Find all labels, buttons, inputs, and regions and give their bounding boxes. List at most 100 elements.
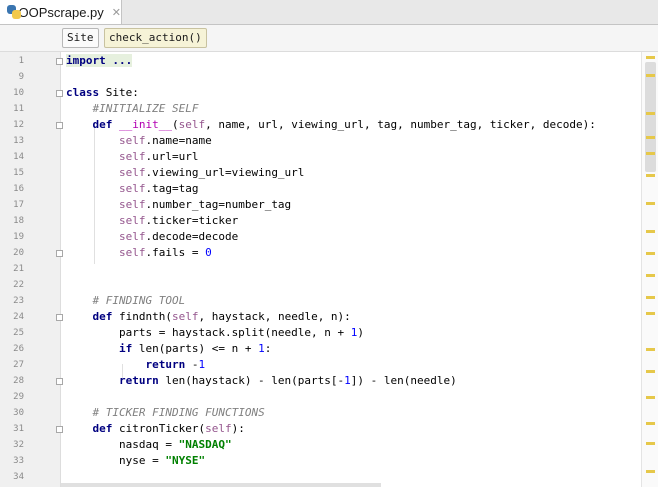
- code-token: 0: [205, 246, 212, 259]
- line-number: 20: [13, 248, 24, 258]
- code-line[interactable]: if len(parts) <= n + 1:: [66, 341, 271, 357]
- code-line[interactable]: self.url=url: [66, 149, 198, 165]
- scroll-marker[interactable]: [646, 442, 655, 445]
- line-number: 22: [13, 280, 24, 290]
- scroll-marker[interactable]: [646, 312, 655, 315]
- code-token: len(parts) <= n +: [138, 342, 259, 355]
- line-number: 12: [13, 120, 24, 130]
- tab-oopscrape[interactable]: OOPscrape.py ✕: [0, 0, 122, 24]
- code-line[interactable]: #INITIALIZE SELF: [66, 101, 199, 117]
- code-token: .decode=decode: [145, 230, 239, 243]
- line-number: 25: [13, 328, 24, 338]
- code-line[interactable]: nasdaq = "NASDAQ": [66, 437, 232, 453]
- line-number: 30: [13, 408, 24, 418]
- line-number-gutter[interactable]: 1 9 10 11 12 13 14 15 16 17 18 19 20 21 22 23 24 25 26 27 28…: [0, 52, 63, 487]
- line-number: 31: [13, 424, 24, 434]
- code-token: ]) - len(needle): [350, 374, 457, 387]
- code-token: (: [165, 310, 172, 323]
- scroll-marker[interactable]: [646, 274, 655, 277]
- scroll-marker[interactable]: [646, 56, 655, 59]
- scroll-marker[interactable]: [646, 136, 655, 139]
- scroll-marker[interactable]: [646, 174, 655, 177]
- code-token: if: [118, 342, 139, 355]
- editor-tab-bar: OOPscrape.py ✕: [0, 0, 658, 25]
- code-line[interactable]: class Site:: [66, 85, 139, 101]
- code-line[interactable]: def findnth(self, haystack, needle, n):: [66, 309, 351, 325]
- scroll-marker[interactable]: [646, 152, 655, 155]
- code-token: def: [92, 422, 119, 435]
- scroll-marker[interactable]: [646, 74, 655, 77]
- code-token: , name, url, viewing_url, tag, number_ta…: [205, 118, 596, 131]
- code-line[interactable]: self.fails = 0: [66, 245, 212, 261]
- scroll-marker[interactable]: [646, 348, 655, 351]
- code-line[interactable]: nyse = "NYSE": [66, 453, 205, 469]
- code-token: .tag=tag: [145, 182, 199, 195]
- line-number: 1: [18, 56, 24, 66]
- line-number: 11: [13, 104, 24, 114]
- scroll-marker[interactable]: [646, 422, 655, 425]
- vertical-scrollbar[interactable]: [641, 52, 658, 487]
- line-number: 19: [13, 232, 24, 242]
- scroll-marker[interactable]: [646, 396, 655, 399]
- scroll-marker[interactable]: [646, 202, 655, 205]
- code-token: return: [118, 374, 166, 387]
- code-line[interactable]: def citronTicker(self):: [66, 421, 245, 437]
- code-token: import ...: [66, 54, 133, 67]
- code-token: .number_tag=number_tag: [145, 198, 292, 211]
- scroll-marker[interactable]: [646, 370, 655, 373]
- code-token: .name=name: [145, 134, 212, 147]
- line-number: 10: [13, 88, 24, 98]
- code-line[interactable]: def __init__(self, name, url, viewing_ur…: [66, 117, 596, 133]
- code-line[interactable]: parts = haystack.split(needle, n + 1): [66, 325, 364, 341]
- code-token: 1: [344, 374, 351, 387]
- code-token: self: [118, 246, 146, 259]
- line-number: 24: [13, 312, 24, 322]
- code-token: 1: [258, 342, 265, 355]
- code-line[interactable]: import ...: [66, 53, 133, 69]
- code-token: self: [118, 214, 146, 227]
- scroll-marker[interactable]: [646, 470, 655, 473]
- code-token: #INITIALIZE SELF: [92, 102, 199, 115]
- code-editor[interactable]: import ... class Site: #INITIALIZE SELF d…: [61, 52, 641, 487]
- code-token: 1: [198, 358, 206, 371]
- code-line[interactable]: # FINDING TOOL: [66, 293, 186, 309]
- code-token: "NASDAQ": [178, 438, 232, 451]
- line-number: 28: [13, 376, 24, 386]
- code-token: nasdaq =: [66, 438, 179, 451]
- code-line[interactable]: return len(haystack) - len(parts[-1]) - …: [66, 373, 457, 389]
- code-line[interactable]: self.name=name: [66, 133, 212, 149]
- scroll-marker[interactable]: [646, 296, 655, 299]
- horizontal-scrollbar[interactable]: [61, 483, 381, 487]
- line-number: 33: [13, 456, 24, 466]
- line-number: 29: [13, 392, 24, 402]
- code-token: .url=url: [145, 150, 199, 163]
- code-token: self: [205, 422, 232, 435]
- code-line[interactable]: self.tag=tag: [66, 181, 198, 197]
- code-token: __init__: [119, 118, 172, 131]
- code-line[interactable]: return -1: [66, 357, 205, 373]
- code-token: # TICKER FINDING FUNCTIONS: [92, 406, 265, 419]
- scroll-marker[interactable]: [646, 252, 655, 255]
- close-icon[interactable]: ✕: [112, 6, 121, 19]
- line-number: 32: [13, 440, 24, 450]
- code-line[interactable]: self.number_tag=number_tag: [66, 197, 291, 213]
- code-line[interactable]: self.decode=decode: [66, 229, 238, 245]
- breadcrumb-check-action[interactable]: check_action(): [104, 28, 207, 48]
- scroll-marker[interactable]: [646, 230, 655, 233]
- scrollbar-thumb[interactable]: [645, 62, 656, 172]
- line-number: 16: [13, 184, 24, 194]
- code-line[interactable]: self.viewing_url=viewing_url: [66, 165, 304, 181]
- code-line[interactable]: self.ticker=ticker: [66, 213, 238, 229]
- code-token: def: [92, 118, 119, 131]
- code-token: :: [264, 342, 272, 355]
- breadcrumb-site[interactable]: Site: [62, 28, 99, 48]
- code-line[interactable]: # TICKER FINDING FUNCTIONS: [66, 405, 265, 421]
- scroll-marker[interactable]: [646, 112, 655, 115]
